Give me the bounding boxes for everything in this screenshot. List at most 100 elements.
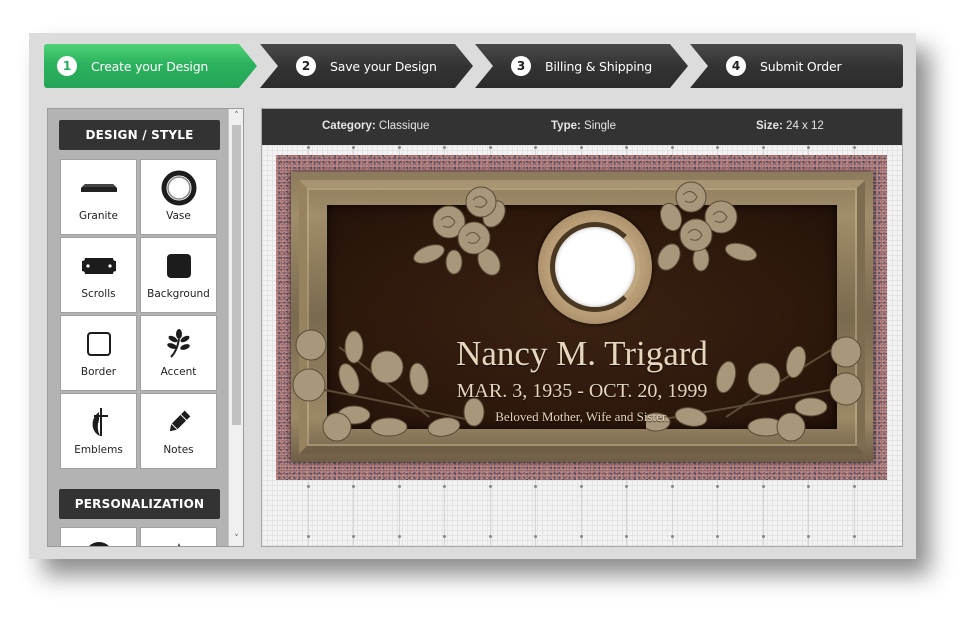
step-billing-shipping[interactable]: 3 Billing & Shipping	[475, 44, 688, 88]
type-info: Type: Single	[551, 120, 616, 132]
step-submit-order[interactable]: 4 Submit Order	[690, 44, 903, 88]
step-number: 1	[57, 56, 77, 76]
size-label: Size:	[756, 120, 783, 132]
step-save-design[interactable]: 2 Save your Design	[260, 44, 473, 88]
tool-label: Vase	[166, 210, 191, 222]
tools-sidebar: DESIGN / STYLE Granite Vase Scrolls Back…	[47, 108, 244, 547]
grid-tick-marker	[398, 535, 401, 538]
grid-tick-marker	[807, 535, 810, 538]
grid-tick-marker	[352, 146, 355, 149]
vase-ring-icon	[141, 170, 216, 206]
grid-tick-marker	[307, 485, 310, 488]
tool-notes[interactable]: Notes	[140, 393, 217, 469]
scroll-up-arrow[interactable]: ˄	[229, 109, 243, 123]
vase-ring[interactable]	[538, 210, 652, 324]
tool-emblems[interactable]: Emblems	[60, 393, 137, 469]
section-header-design-style: DESIGN / STYLE	[59, 120, 220, 150]
section-header-personalization: PERSONALIZATION	[59, 489, 220, 519]
tool-background[interactable]: Background	[140, 237, 217, 313]
grid-tick-marker	[580, 535, 583, 538]
step-number: 4	[726, 56, 746, 76]
tool-scrolls[interactable]: Scrolls	[60, 237, 137, 313]
scroll-down-arrow[interactable]: ˅	[229, 532, 243, 546]
rose-cluster-top-left[interactable]	[409, 184, 519, 279]
deceased-name[interactable]: Nancy M. Trigard	[291, 334, 873, 374]
grid-tick-marker	[443, 535, 446, 538]
scroll-plate-icon	[61, 250, 136, 282]
design-info-bar: Category: Classique Type: Single Size: 2…	[262, 109, 902, 145]
grid-tick-marker	[853, 485, 856, 488]
step-label: Create your Design	[91, 58, 209, 74]
step-number: 2	[296, 56, 316, 76]
type-label: Type:	[551, 120, 581, 132]
grid-tick-marker	[625, 535, 628, 538]
tool-accent[interactable]: Accent	[140, 315, 217, 391]
step-label: Save your Design	[330, 58, 437, 74]
grid-tick-marker	[398, 146, 401, 149]
triangle-icon	[141, 540, 216, 546]
tool-label: Background	[147, 288, 210, 300]
grid-tick-marker	[580, 146, 583, 149]
sidebar-scrollbar[interactable]: ˄ ˅	[228, 109, 243, 546]
grid-tick-marker	[853, 146, 856, 149]
epitaph-line[interactable]: Beloved Mother, Wife and Sister.	[291, 409, 873, 425]
grid-tick-marker	[352, 485, 355, 488]
size-value: 24 x 12	[786, 120, 824, 132]
category-value: Classique	[378, 120, 430, 132]
grid-tick-marker	[671, 146, 674, 149]
tool-granite[interactable]: Granite	[60, 159, 137, 235]
step-number: 3	[511, 56, 531, 76]
vase-opening	[555, 227, 635, 307]
tool-vase[interactable]: Vase	[140, 159, 217, 235]
tool-label: Border	[80, 366, 117, 378]
grid-tick-marker	[443, 485, 446, 488]
grid-tick-marker	[625, 146, 628, 149]
step-label: Submit Order	[760, 58, 842, 74]
grid-tick-marker	[716, 485, 719, 488]
design-grid[interactable]: Nancy M. Trigard MAR. 3, 1935 - OCT. 20,…	[262, 145, 902, 546]
grid-tick-marker	[534, 535, 537, 538]
grid-tick-marker	[807, 146, 810, 149]
tool-label: Granite	[78, 210, 119, 222]
grid-tick-marker	[762, 535, 765, 538]
scrollbar-thumb[interactable]	[232, 125, 241, 425]
leaf-branch-icon	[141, 328, 216, 360]
grid-tick-marker	[307, 146, 310, 149]
tool-personalization-1[interactable]	[60, 527, 137, 546]
grid-tick-marker	[716, 535, 719, 538]
step-create-design[interactable]: 1 Create your Design	[44, 44, 257, 88]
grid-tick-marker	[580, 485, 583, 488]
grid-tick-marker	[443, 146, 446, 149]
design-canvas-area: Category: Classique Type: Single Size: 2…	[261, 108, 903, 547]
category-info: Category: Classique	[322, 120, 429, 132]
grid-tick-marker	[534, 485, 537, 488]
tool-label: Scrolls	[81, 288, 116, 300]
tool-label: Notes	[163, 444, 194, 456]
grid-tick-marker	[671, 535, 674, 538]
pencil-icon	[141, 406, 216, 438]
step-label: Billing & Shipping	[545, 58, 652, 74]
category-label: Category:	[322, 120, 376, 132]
tool-personalization-2[interactable]	[140, 527, 217, 546]
granite-slab-icon	[61, 172, 136, 204]
grid-tick-marker	[307, 535, 310, 538]
background-square-icon	[141, 250, 216, 282]
type-value: Single	[584, 120, 616, 132]
designer-panel: 1 Create your Design 2 Save your Design …	[29, 33, 916, 559]
grid-tick-marker	[489, 146, 492, 149]
cross-flame-emblem-icon	[61, 406, 136, 438]
grid-tick-marker	[625, 485, 628, 488]
tool-border[interactable]: Border	[60, 315, 137, 391]
circle-icon	[61, 540, 136, 546]
grid-tick-marker	[807, 485, 810, 488]
rose-cluster-top-right[interactable]	[651, 177, 761, 277]
grid-tick-marker	[716, 146, 719, 149]
order-steps: 1 Create your Design 2 Save your Design …	[44, 44, 904, 88]
memorial-plaque[interactable]: Nancy M. Trigard MAR. 3, 1935 - OCT. 20,…	[276, 155, 887, 480]
border-square-icon	[61, 328, 136, 360]
grid-tick-marker	[352, 535, 355, 538]
grid-tick-marker	[534, 146, 537, 149]
bronze-border-frame[interactable]: Nancy M. Trigard MAR. 3, 1935 - OCT. 20,…	[291, 172, 873, 462]
tool-label: Accent	[160, 366, 197, 378]
life-dates[interactable]: MAR. 3, 1935 - OCT. 20, 1999	[291, 380, 873, 403]
